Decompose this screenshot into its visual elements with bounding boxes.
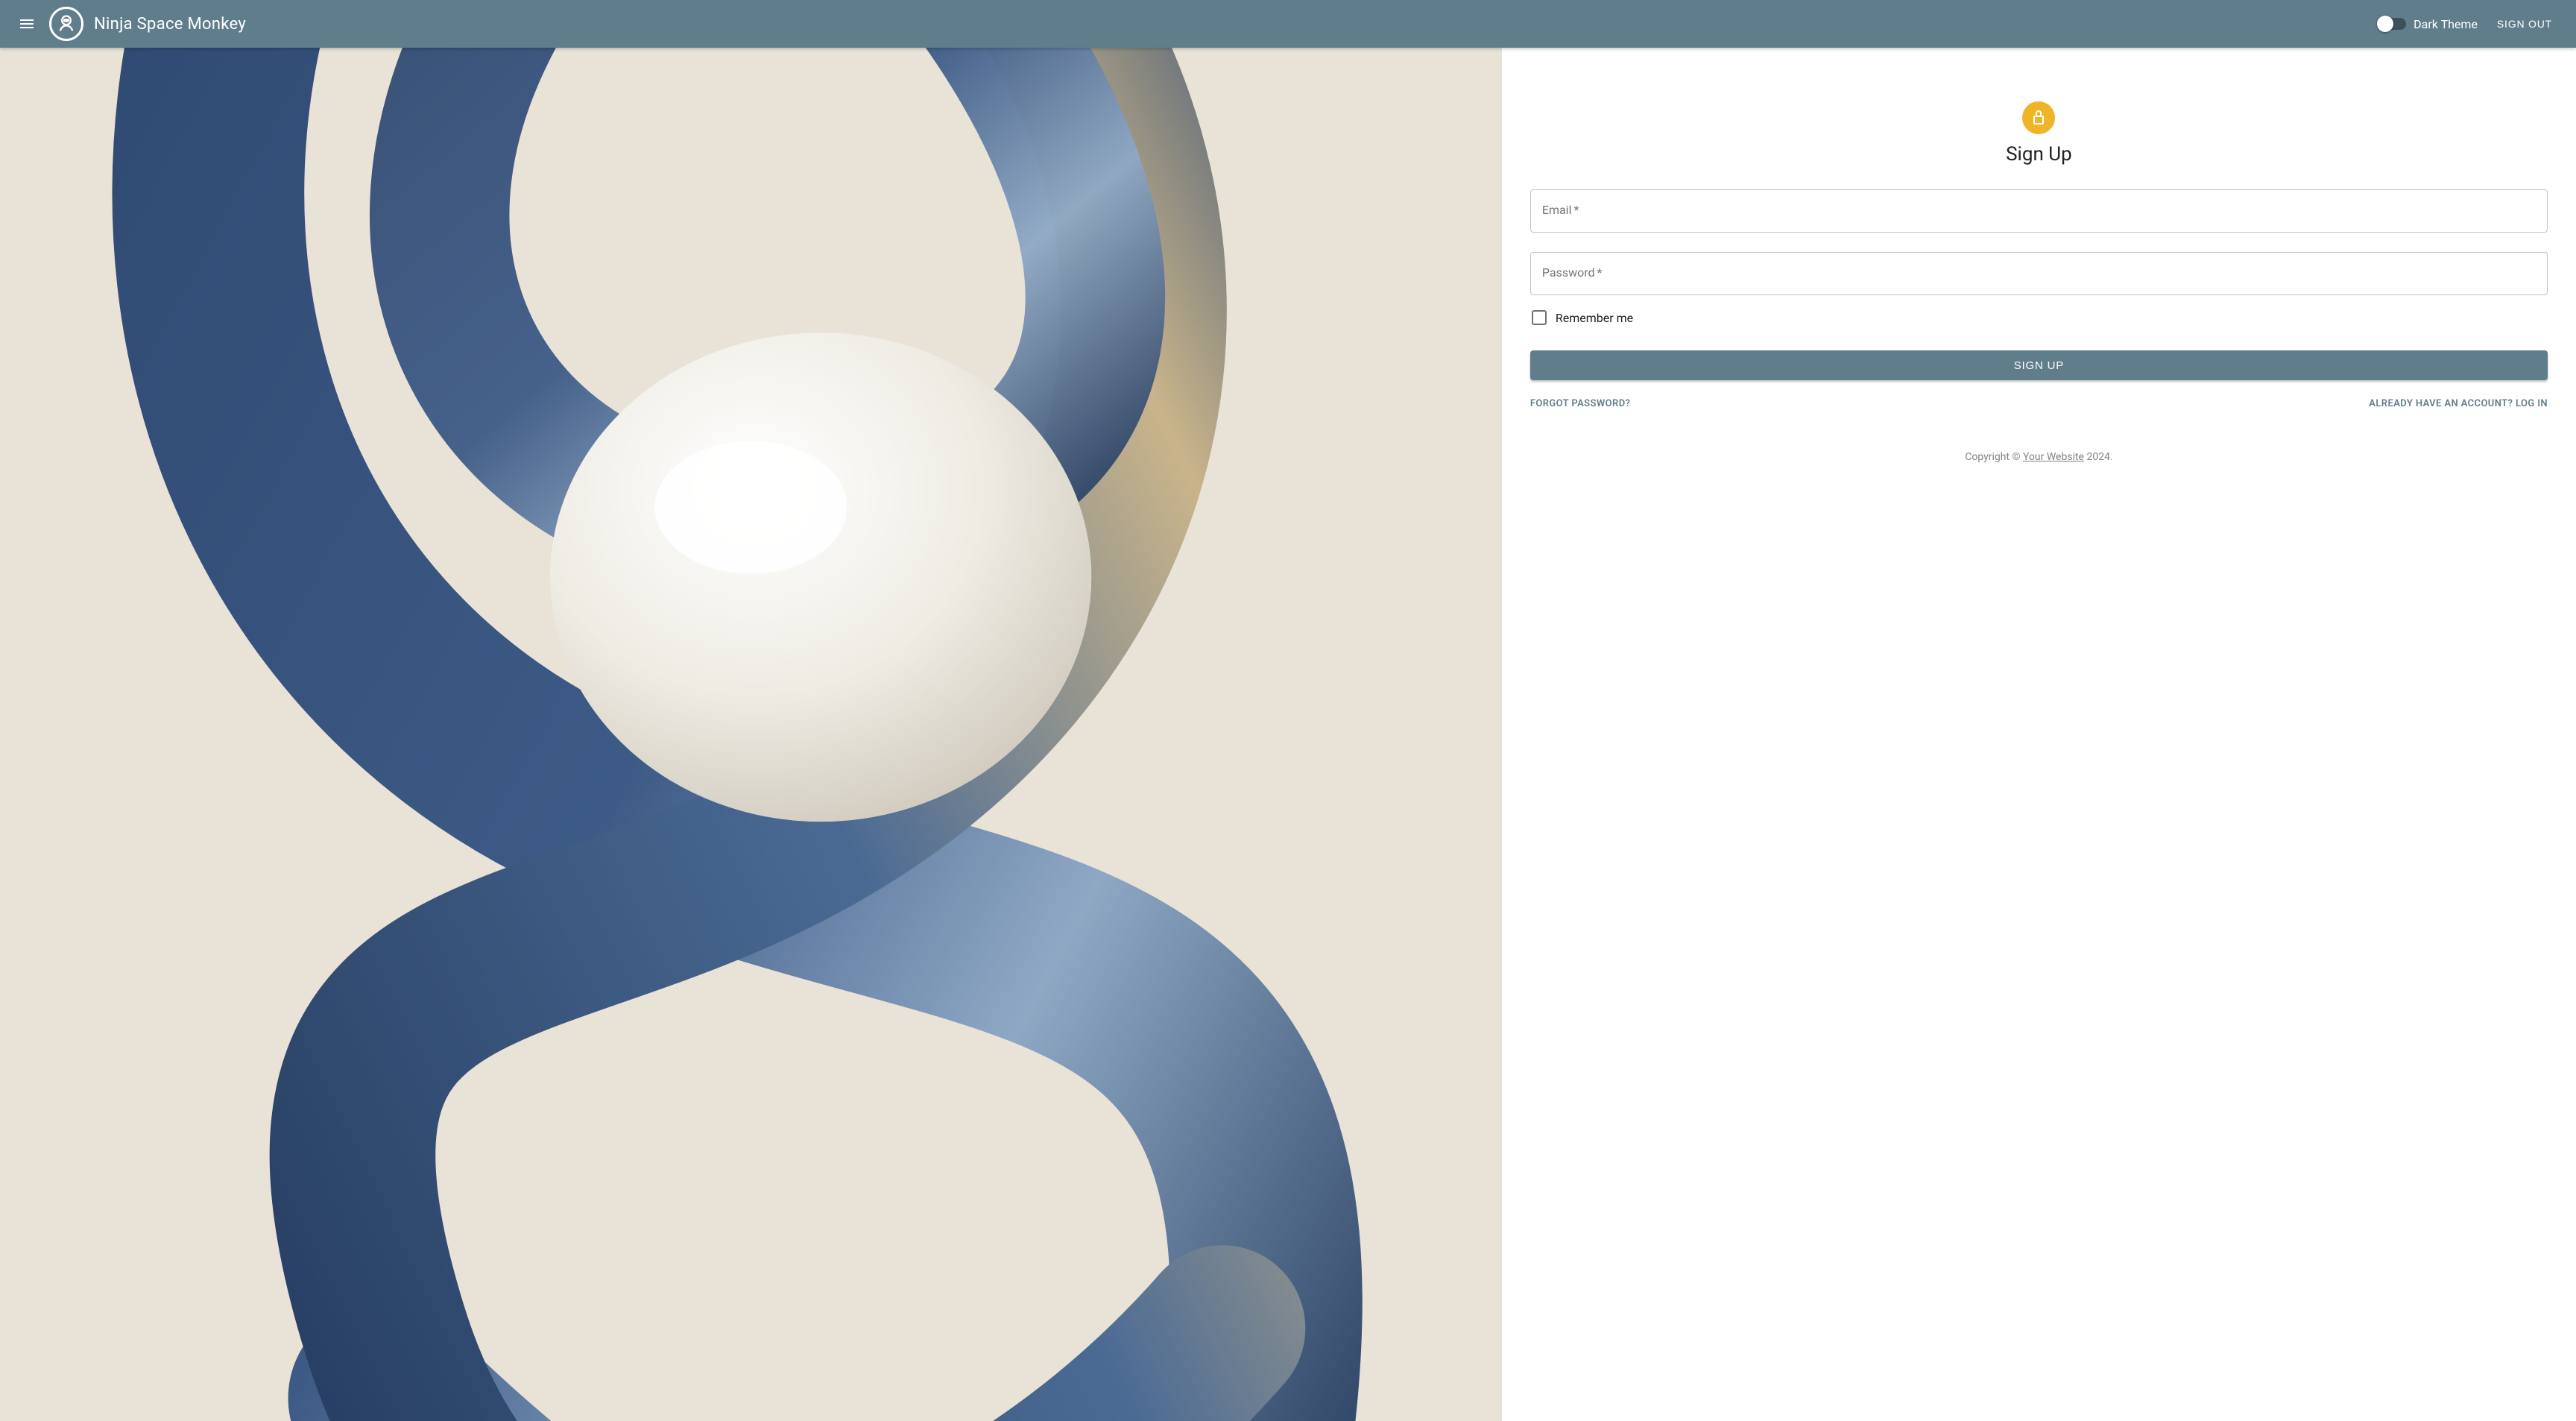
copyright-website-link[interactable]: Your Website (2023, 451, 2084, 463)
copyright-text: Copyright © Your Website 2024. (1530, 451, 2548, 463)
remember-me-checkbox[interactable]: Remember me (1532, 310, 2548, 325)
lock-outline-icon (2030, 109, 2048, 127)
signup-title: Sign Up (1530, 143, 2548, 166)
lock-avatar (2022, 101, 2055, 134)
email-field-wrapper: Email* (1530, 189, 2548, 233)
copyright-suffix: 2024. (2084, 451, 2113, 463)
auth-links-row: FORGOT PASSWORD? ALREADY HAVE AN ACCOUNT… (1530, 398, 2548, 409)
toggle-track (2379, 18, 2406, 30)
sign-out-button[interactable]: SIGN OUT (2491, 12, 2558, 36)
login-link[interactable]: ALREADY HAVE AN ACCOUNT? LOG IN (2369, 398, 2548, 409)
dark-theme-label: Dark Theme (2414, 17, 2478, 31)
checkbox-box (1532, 310, 1547, 325)
remember-me-label: Remember me (1556, 311, 1633, 325)
toggle-thumb (2377, 16, 2393, 32)
email-field[interactable] (1530, 189, 2548, 233)
astronaut-logo-icon (56, 13, 77, 34)
signup-panel: Sign Up Email* Password* Remember me SIG… (1502, 48, 2576, 1421)
password-field-wrapper: Password* (1530, 252, 2548, 295)
app-bar: Ninja Space Monkey Dark Theme SIGN OUT (0, 0, 2576, 48)
app-title: Ninja Space Monkey (94, 15, 246, 34)
hero-abstract-sculpture (0, 48, 1502, 1421)
menu-button[interactable] (9, 6, 45, 42)
forgot-password-link[interactable]: FORGOT PASSWORD? (1530, 398, 1631, 409)
dark-theme-toggle[interactable]: Dark Theme (2379, 17, 2478, 31)
copyright-prefix: Copyright © (1965, 451, 2023, 463)
menu-icon (18, 15, 36, 33)
password-field[interactable] (1530, 252, 2548, 295)
main-split: Sign Up Email* Password* Remember me SIG… (0, 48, 2576, 1421)
hero-image-panel (0, 48, 1502, 1421)
sign-up-button[interactable]: SIGN UP (1530, 350, 2548, 380)
app-logo (49, 7, 83, 41)
